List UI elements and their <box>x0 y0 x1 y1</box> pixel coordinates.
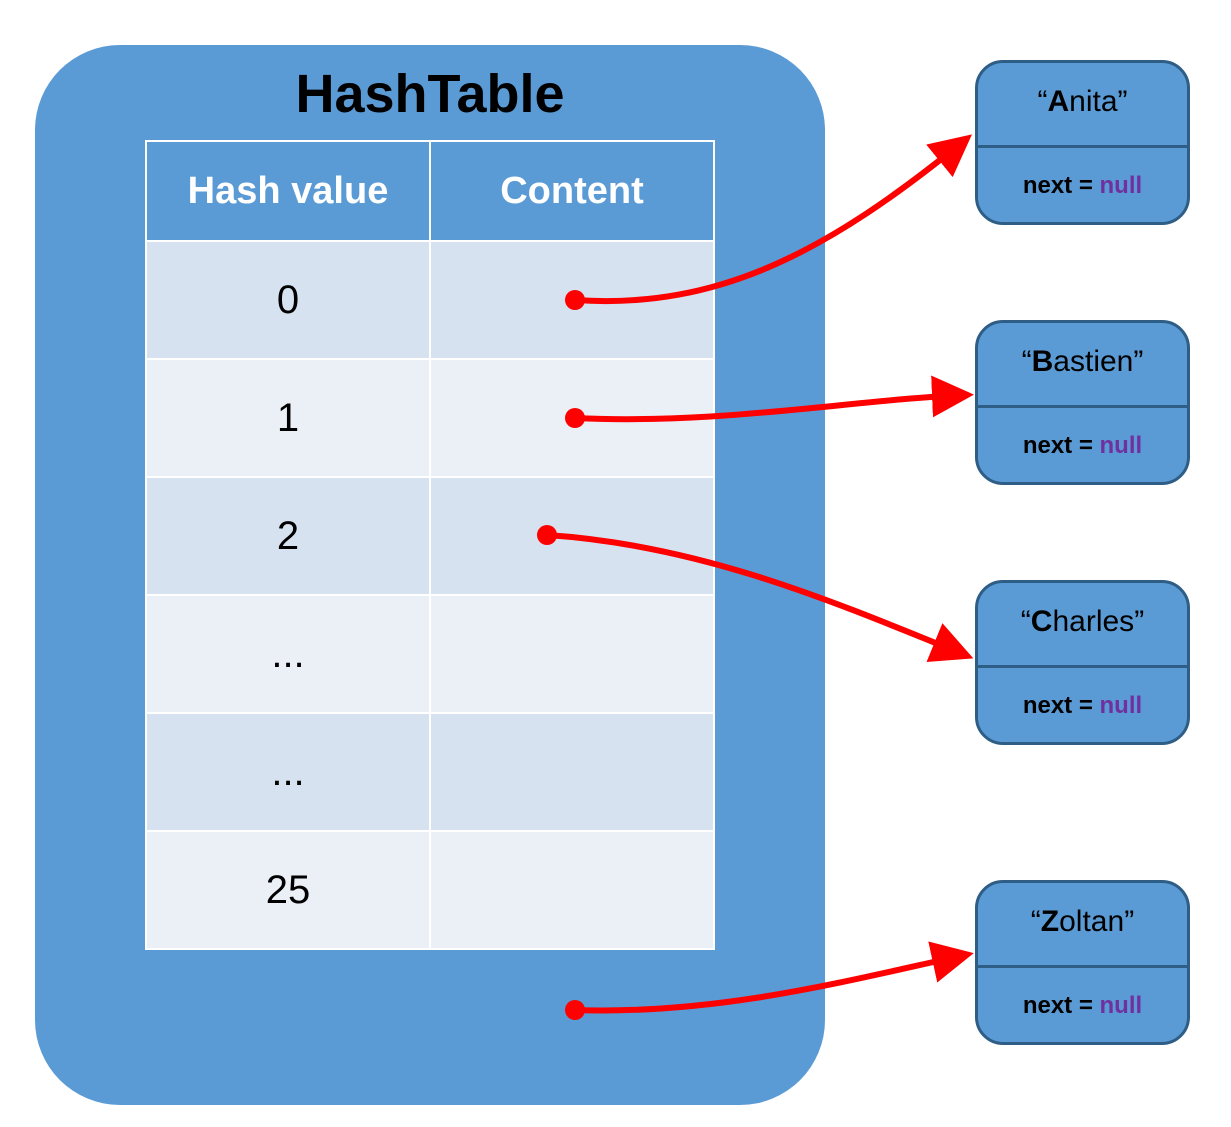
node-name: “Bastien” <box>978 345 1187 379</box>
node-next: next = null <box>978 432 1187 460</box>
cell-hash: 25 <box>146 831 430 949</box>
node-bastien: “Bastien” next = null <box>975 320 1190 485</box>
cell-content <box>430 477 714 595</box>
node-charles: “Charles” next = null <box>975 580 1190 745</box>
node-divider <box>978 145 1187 148</box>
node-name: “Zoltan” <box>978 905 1187 939</box>
node-next: next = null <box>978 992 1187 1020</box>
hashtable-container: HashTable Hash value Content 0 1 2 ... .… <box>35 45 825 1105</box>
cell-content <box>430 595 714 713</box>
cell-hash: ... <box>146 595 430 713</box>
node-name: “Anita” <box>978 85 1187 119</box>
table-row: 2 <box>146 477 714 595</box>
th-content: Content <box>430 141 714 241</box>
node-next: next = null <box>978 172 1187 200</box>
node-divider <box>978 665 1187 668</box>
node-name: “Charles” <box>978 605 1187 639</box>
cell-hash: 0 <box>146 241 430 359</box>
table-row: ... <box>146 713 714 831</box>
node-anita: “Anita” next = null <box>975 60 1190 225</box>
node-divider <box>978 965 1187 968</box>
cell-hash: 2 <box>146 477 430 595</box>
table-row: 1 <box>146 359 714 477</box>
cell-content <box>430 241 714 359</box>
th-hash: Hash value <box>146 141 430 241</box>
table-row: ... <box>146 595 714 713</box>
cell-content <box>430 359 714 477</box>
table-row: 25 <box>146 831 714 949</box>
hash-table: Hash value Content 0 1 2 ... ... 25 <box>145 140 715 950</box>
node-next: next = null <box>978 692 1187 720</box>
cell-content <box>430 831 714 949</box>
diagram-title: HashTable <box>35 63 825 125</box>
cell-hash: ... <box>146 713 430 831</box>
cell-content <box>430 713 714 831</box>
table-row: 0 <box>146 241 714 359</box>
cell-hash: 1 <box>146 359 430 477</box>
node-zoltan: “Zoltan” next = null <box>975 880 1190 1045</box>
node-divider <box>978 405 1187 408</box>
